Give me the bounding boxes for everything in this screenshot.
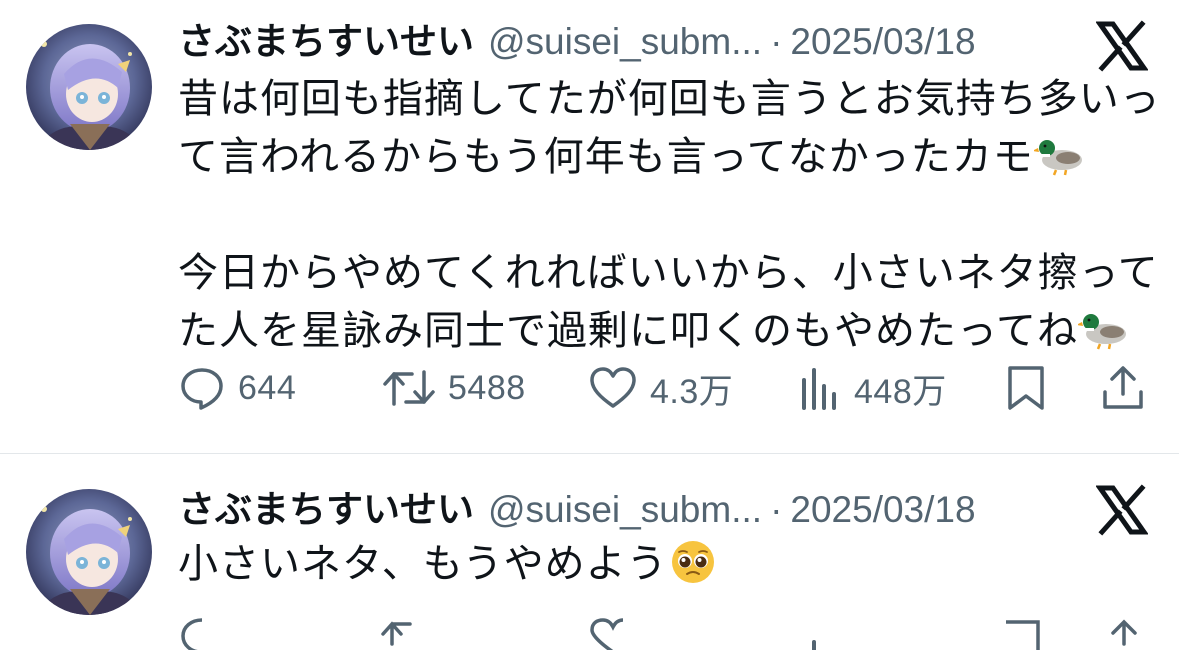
like-count: 4.3万 — [650, 372, 734, 411]
avatar[interactable] — [26, 489, 152, 615]
tweet-actions: 644 5488 4.3万 448万 — [176, 360, 1156, 416]
tweet-text-line: て言われるからもう何年も言ってなかったカモ — [178, 128, 1168, 186]
separator: · — [770, 21, 783, 62]
tweet-card[interactable]: さぶまちすいせい @suisei_subm... · 2025/03/18 昔は… — [0, 0, 1179, 454]
timestamp[interactable]: 2025/03/18 — [790, 485, 975, 535]
tweet-actions — [176, 610, 1156, 650]
tweet-text-line: 小さいネタ、もうやめよう — [178, 535, 1168, 593]
speech-bubble-icon — [181, 368, 223, 410]
display-name[interactable]: さぶまちすいせい — [178, 17, 474, 67]
retweet-button[interactable]: 5488 — [382, 360, 526, 416]
tweet-card[interactable]: さぶまちすいせい @suisei_subm... · 2025/03/18 小さ… — [0, 455, 1179, 650]
avatar[interactable] — [26, 24, 152, 150]
divider — [0, 453, 1179, 454]
bookmark-icon — [1008, 366, 1044, 410]
tweet-text-line-content: て言われるからもう何年も言ってなかったカモ — [178, 135, 1034, 179]
tweet-text-line: 昔は何回も指摘してたが何回も言うとお気持ち多いっ — [178, 77, 1161, 121]
timestamp[interactable]: 2025/03/18 — [790, 17, 975, 67]
like-button[interactable]: 4.3万 — [588, 360, 733, 416]
pleading-face-emoji-icon — [671, 541, 714, 583]
heart-icon — [590, 367, 636, 408]
separator: · — [770, 489, 783, 530]
retweet-count: 5488 — [448, 368, 526, 407]
tweet-text: 小さいネタ、もうやめよう — [178, 535, 1168, 593]
retweet-arrows-icon — [383, 370, 435, 406]
tweet-header: さぶまちすいせい @suisei_subm... · 2025/03/18 — [178, 17, 976, 67]
reply-count: 644 — [238, 368, 297, 407]
tweet-text-line — [178, 186, 1168, 244]
tweet-text-line: た人を星詠み同士で過剰に叩くのもやめたってね — [178, 302, 1168, 360]
tweet-text-line: 今日からやめてくれればいいから、小さいネタ擦って — [178, 251, 1159, 295]
bar-chart-icon — [802, 368, 836, 410]
share-button[interactable] — [1100, 360, 1146, 416]
handle[interactable]: @suisei_subm... — [488, 17, 762, 67]
views-button[interactable]: 448万 — [798, 360, 947, 416]
tweet-text: 昔は何回も指摘してたが何回も言うとお気持ち多いっ て言われるからもう何年も言って… — [178, 70, 1168, 360]
handle[interactable]: @suisei_subm... — [488, 485, 762, 535]
duck-emoji-icon — [1033, 140, 1082, 176]
duck-emoji-icon — [1078, 314, 1126, 350]
tweet-text-line-content: た人を星詠み同士で過剰に叩くのもやめたってね — [178, 309, 1078, 353]
x-logo-icon — [1095, 20, 1149, 72]
tweet-header: さぶまちすいせい @suisei_subm... · 2025/03/18 — [178, 485, 976, 535]
view-count: 448万 — [854, 372, 947, 411]
tweet-text-line-content: 小さいネタ、もうやめよう — [178, 542, 668, 586]
reply-button[interactable]: 644 — [178, 360, 296, 416]
bookmark-button[interactable] — [1004, 360, 1048, 416]
display-name[interactable]: さぶまちすいせい — [178, 485, 474, 535]
share-icon — [1103, 366, 1143, 409]
x-logo-icon — [1095, 484, 1149, 536]
